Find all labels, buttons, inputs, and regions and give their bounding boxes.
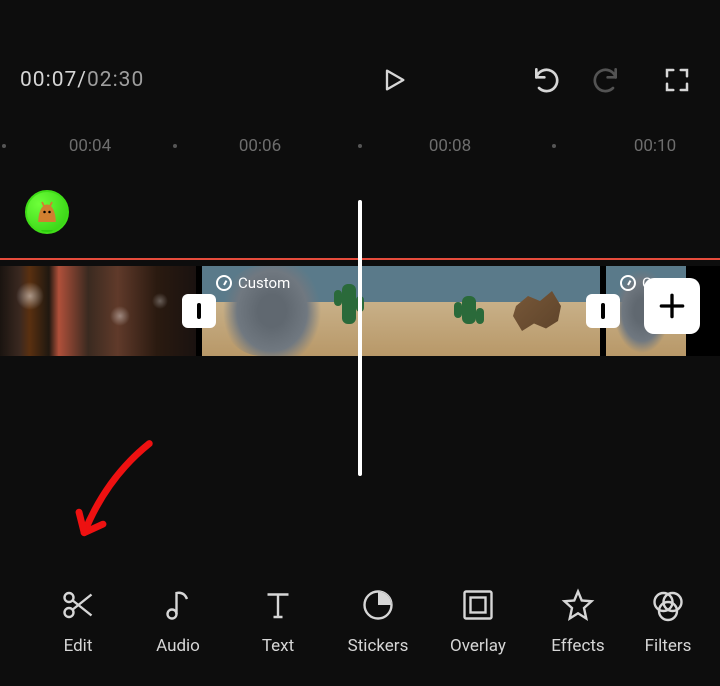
- redo-button[interactable]: [582, 57, 628, 103]
- current-time: 00:07: [20, 68, 77, 92]
- total-time: 02:30: [87, 68, 144, 92]
- tool-label: Filters: [645, 636, 692, 656]
- transition-bar-icon: [197, 303, 201, 319]
- music-note-icon: [160, 587, 196, 623]
- clip-2[interactable]: Custom: [202, 266, 600, 356]
- ruler-tick: 00:04: [69, 136, 111, 156]
- speed-label-text: Custom: [238, 274, 290, 292]
- tool-bar: Edit Audio Text Stickers Overlay Effects…: [0, 570, 720, 670]
- fullscreen-icon: [662, 65, 692, 95]
- undo-icon: [531, 64, 563, 96]
- timeline-ruler[interactable]: 00:04 00:06 00:08 00:10: [0, 130, 720, 162]
- overlay-tool[interactable]: Overlay: [428, 584, 528, 656]
- keyframe-balloon-icon: [25, 190, 69, 234]
- overlay-icon: [460, 587, 496, 623]
- clock-icon: [620, 275, 636, 291]
- ruler-tick: 00:10: [634, 136, 676, 156]
- stickers-tool[interactable]: Stickers: [328, 584, 428, 656]
- playhead[interactable]: [358, 200, 362, 476]
- transition-handle[interactable]: [182, 294, 216, 328]
- tool-label: Edit: [64, 636, 93, 656]
- text-icon: [260, 587, 296, 623]
- annotation-arrow: [65, 435, 165, 555]
- clock-icon: [216, 275, 232, 291]
- audio-tool[interactable]: Audio: [128, 584, 228, 656]
- ruler-tick-dot: [552, 144, 556, 148]
- plus-icon: [656, 290, 688, 322]
- tool-label: Text: [262, 636, 294, 656]
- ruler-tick-dot: [358, 144, 362, 148]
- clip-speed-label: Custom: [216, 274, 290, 292]
- fullscreen-button[interactable]: [654, 57, 700, 103]
- playback-controls-bar: 00:07/02:30: [0, 50, 720, 110]
- filters-tool[interactable]: Filters: [628, 584, 708, 656]
- ruler-tick-dot: [173, 144, 177, 148]
- tool-label: Effects: [551, 636, 604, 656]
- tool-label: Audio: [156, 636, 200, 656]
- transition-bar-icon: [601, 303, 605, 319]
- clip-1[interactable]: [0, 266, 196, 356]
- redo-icon: [589, 64, 621, 96]
- undo-button[interactable]: [524, 57, 570, 103]
- ruler-tick: 00:08: [429, 136, 471, 156]
- add-clip-button[interactable]: [644, 278, 700, 334]
- ruler-tick: 00:06: [239, 136, 281, 156]
- effects-tool[interactable]: Effects: [528, 584, 628, 656]
- scissors-icon: [60, 587, 96, 623]
- text-tool[interactable]: Text: [228, 584, 328, 656]
- tool-label: Stickers: [348, 636, 409, 656]
- play-button[interactable]: [374, 60, 414, 100]
- filters-icon: [650, 587, 686, 623]
- play-icon: [380, 66, 408, 94]
- star-icon: [560, 587, 596, 623]
- timecode-display: 00:07/02:30: [20, 68, 144, 92]
- transition-handle[interactable]: [586, 294, 620, 328]
- edit-tool[interactable]: Edit: [28, 584, 128, 656]
- keyframe-marker[interactable]: [25, 190, 71, 246]
- ruler-tick-dot: [2, 144, 6, 148]
- sticker-icon: [360, 587, 396, 623]
- tool-label: Overlay: [450, 636, 506, 656]
